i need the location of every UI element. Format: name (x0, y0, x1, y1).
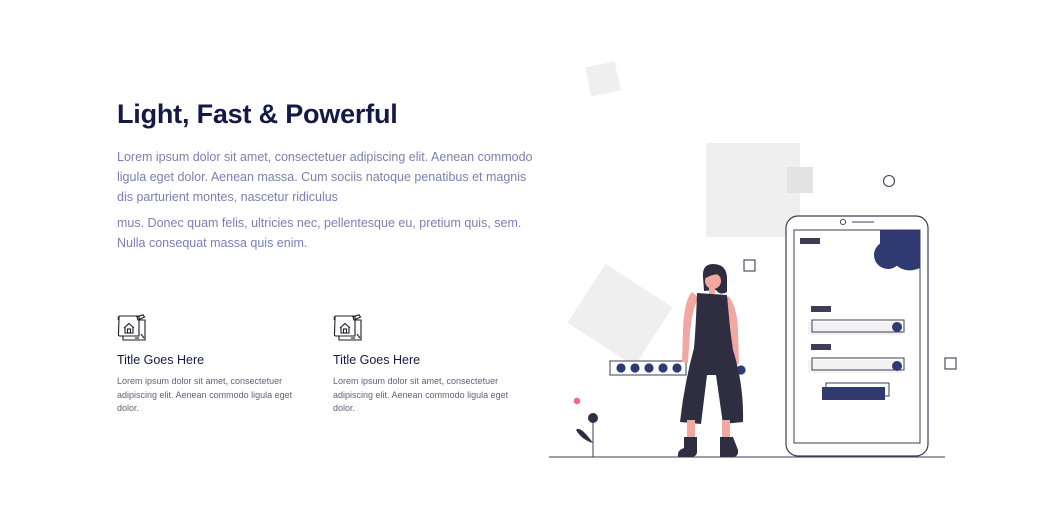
decor-square-outline-2 (944, 357, 957, 370)
decor-square-outline-1 (743, 259, 756, 272)
feature-text: Lorem ipsum dolor sit amet, consectetuer… (117, 376, 293, 414)
password-dot (616, 363, 626, 373)
plant-leaf (576, 428, 593, 443)
password-dot (644, 363, 654, 373)
feature-title: Title Goes Here (117, 353, 205, 367)
plant-bud (588, 413, 598, 423)
blueprint-house-icon (117, 314, 146, 341)
password-dot (630, 363, 640, 373)
password-dot (658, 363, 668, 373)
feature-card-2: Title Goes Here Lorem ipsum dolor sit am… (333, 314, 533, 416)
decor-square-tilted (567, 263, 673, 367)
password-dot (672, 363, 682, 373)
hero-paragraph-2: mus. Donec quam felis, ultricies nec, pe… (117, 216, 522, 250)
woman-with-phone-illustration (549, 61, 957, 458)
woman-figure (677, 264, 744, 457)
blueprint-house-icon (333, 314, 362, 341)
decor-square-inner (787, 167, 813, 193)
decor-square-large (706, 143, 800, 237)
decor-square-small (585, 61, 621, 97)
plant-dot-accent (573, 397, 581, 405)
page: Light, Fast & Powerful Lorem ipsum dolor… (0, 0, 1060, 525)
feature-text: Lorem ipsum dolor sit amet, consectetuer… (333, 376, 509, 414)
decor-circle-outline (882, 174, 896, 188)
feature-card-1: Title Goes Here Lorem ipsum dolor sit am… (117, 314, 317, 416)
hero-title: Light, Fast & Powerful (117, 99, 398, 129)
hero-paragraph-1: Lorem ipsum dolor sit amet, consectetuer… (117, 150, 533, 204)
feature-title: Title Goes Here (333, 353, 421, 367)
phone-mockup (785, 215, 929, 457)
